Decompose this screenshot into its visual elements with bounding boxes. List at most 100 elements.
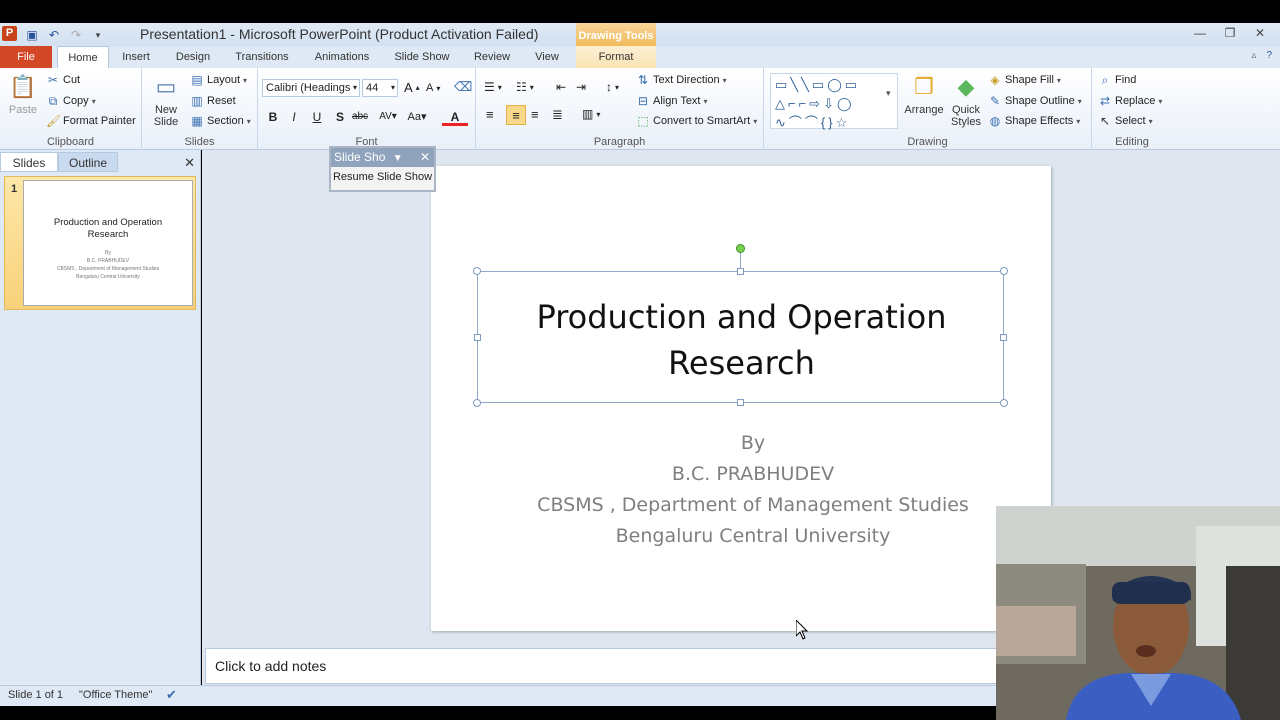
align-right-icon[interactable]: ≡ [531,107,539,122]
resize-handle-tl[interactable] [473,267,481,275]
shape-effects-button[interactable]: ◍ Shape Effects ▾ [988,114,1081,128]
tab-transitions[interactable]: Transitions [228,46,296,68]
subtitle-placeholder[interactable]: By B.C. PRABHUDEV CBSMS , Department of … [491,428,1015,552]
clear-formatting-icon[interactable]: ⌫ [454,79,472,95]
underline-icon[interactable]: U [308,108,326,126]
slide-thumbnail-selected[interactable]: 1 Production and Operation Research By B… [4,176,196,310]
increase-indent-icon[interactable]: ⇥ [576,80,586,94]
save-icon[interactable]: ▣ [24,27,40,43]
resume-slide-show-button[interactable]: Resume Slide Show [331,167,434,187]
scissors-icon: ✂ [47,73,59,87]
columns-icon[interactable]: ▥ ▾ [582,107,600,121]
close-pane-icon[interactable]: ✕ [184,155,195,171]
redo-icon[interactable]: ↷ [68,27,84,43]
grow-font-icon[interactable]: A ▴ [404,80,420,95]
ribbon: 📋 Paste ✂ Cut ⧉ Copy ▾ 🖌 Format Painter Clip… [0,68,1280,150]
close-icon[interactable]: ✕ [1252,26,1268,40]
line-spacing-icon[interactable]: ↕ ▾ [606,80,619,94]
restore-icon[interactable]: ❐ [1222,26,1238,40]
shrink-font-icon[interactable]: A ▾ [426,82,440,94]
resize-handle-t[interactable] [737,268,744,275]
select-button[interactable]: ↖ Select ▾ [1098,114,1153,128]
slide-canvas[interactable]: Production and Operation Research By B.C… [431,166,1051,631]
shapes-gallery-more-icon[interactable]: ▾ [886,88,891,99]
title-placeholder[interactable]: Production and Operation Research [473,267,1008,407]
help-icon[interactable]: ? [1266,50,1272,61]
align-left-icon[interactable]: ≡ [486,107,494,122]
format-painter-button[interactable]: 🖌 Format Painter [46,114,136,128]
shadow-icon[interactable]: S [331,108,349,126]
bold-icon[interactable]: B [264,108,282,126]
shape-fill-button[interactable]: ◈ Shape Fill ▾ [988,73,1061,87]
convert-smartart-button[interactable]: ⬚ Convert to SmartArt ▾ [636,114,757,128]
customize-qat-icon[interactable]: ▾ [90,27,106,43]
resize-handle-b[interactable] [737,399,744,406]
tab-slides[interactable]: Slides [0,152,58,172]
font-color-icon[interactable]: A [442,108,468,126]
tab-slide-show[interactable]: Slide Show [388,46,456,68]
numbering-icon[interactable]: ☷ ▾ [516,80,534,94]
tab-animations[interactable]: Animations [306,46,378,68]
justify-icon[interactable]: ≣ [552,107,563,123]
font-name-combo[interactable]: Calibri (Headings ▾ [262,79,360,97]
copy-button[interactable]: ⧉ Copy ▾ [46,94,96,108]
slide-show-toolbar-header[interactable]: Slide Sho ▼ ✕ [331,148,434,167]
dropdown-icon[interactable]: ▼ [393,153,403,164]
pane-tabs: Slides Outline ✕ [0,152,201,172]
resize-handle-br[interactable] [1000,399,1008,407]
slides-group: ▭ New Slide ▤ Layout ▾ ▥ Reset ▦ Section ▾ Sl… [142,68,258,150]
slides-group-label: Slides [184,136,215,148]
rotate-handle[interactable] [736,244,745,253]
quick-styles-button[interactable]: ◆ Quick Styles [948,72,984,128]
tab-home[interactable]: Home [57,46,109,68]
reset-button[interactable]: ▥ Reset [190,94,235,108]
smartart-icon: ⬚ [637,114,649,128]
shape-outline-button[interactable]: ✎ Shape Outline ▾ [988,94,1082,108]
character-spacing-icon[interactable]: AV▾ [376,108,400,126]
shapes-gallery[interactable]: ▭╲╲▭◯▭ △⌐⌐⇨⇩◯ ∿⌒⌒{}☆ [770,73,898,130]
ribbon-tabs: File Home Insert Design Transitions Anim… [0,46,1280,68]
tab-outline[interactable]: Outline [58,152,118,172]
tab-view[interactable]: View [526,46,568,68]
align-center-icon[interactable]: ≡ [506,105,526,125]
strikethrough-icon[interactable]: abc [351,108,369,126]
paint-bucket-icon: ◈ [990,73,1000,87]
paste-icon: 📋 [9,74,37,99]
tab-format[interactable]: Format [576,46,656,68]
paste-button[interactable]: 📋 Paste [6,72,40,116]
slide-show-toolbar: Slide Sho ▼ ✕ Resume Slide Show [329,146,436,192]
tab-review[interactable]: Review [466,46,518,68]
top-black-border [0,0,1280,23]
align-text-button[interactable]: ⊟ Align Text ▾ [636,94,708,108]
decrease-indent-icon[interactable]: ⇤ [556,80,566,94]
close-toolbar-icon[interactable]: ✕ [420,148,430,167]
spell-check-icon[interactable]: ✔ [166,687,177,703]
resize-handle-r[interactable] [1000,334,1007,341]
replace-button[interactable]: ⇄ Replace ▾ [1098,94,1162,108]
text-direction-button[interactable]: ⇅ Text Direction ▾ [636,73,727,87]
undo-icon[interactable]: ↶ [46,27,62,43]
italic-icon[interactable]: I [285,108,303,126]
slide-number: 1 [11,183,18,195]
bullets-icon[interactable]: ☰ ▾ [484,80,502,94]
layout-button[interactable]: ▤ Layout ▾ [190,73,247,87]
tab-insert[interactable]: Insert [114,46,158,68]
tab-design[interactable]: Design [168,46,218,68]
arrange-button[interactable]: ❐ Arrange [902,72,946,116]
align-text-icon: ⊟ [637,94,649,108]
font-size-combo[interactable]: 44 ▾ [362,79,398,97]
resize-handle-l[interactable] [474,334,481,341]
minimize-icon[interactable]: — [1192,26,1208,40]
new-slide-button[interactable]: ▭ New Slide [148,72,184,128]
paragraph-group: ☰ ▾ ☷ ▾ ⇤ ⇥ ↕ ▾ ≡ ≡ ≡ ≣ ▥ ▾ ⇅ Text Direction ▾… [476,68,764,150]
brush-icon: 🖌 [46,114,62,128]
change-case-icon[interactable]: Aa▾ [405,108,429,126]
resize-handle-tr[interactable] [1000,267,1008,275]
section-button[interactable]: ▦ Section ▾ [190,114,250,128]
cut-button[interactable]: ✂ Cut [46,73,80,87]
minimize-ribbon-icon[interactable]: ▵ [1251,50,1256,61]
resize-handle-bl[interactable] [473,399,481,407]
tab-file[interactable]: File [0,46,52,68]
powerpoint-app-icon[interactable]: P [2,26,17,41]
find-button[interactable]: ⌕ Find [1098,73,1137,87]
